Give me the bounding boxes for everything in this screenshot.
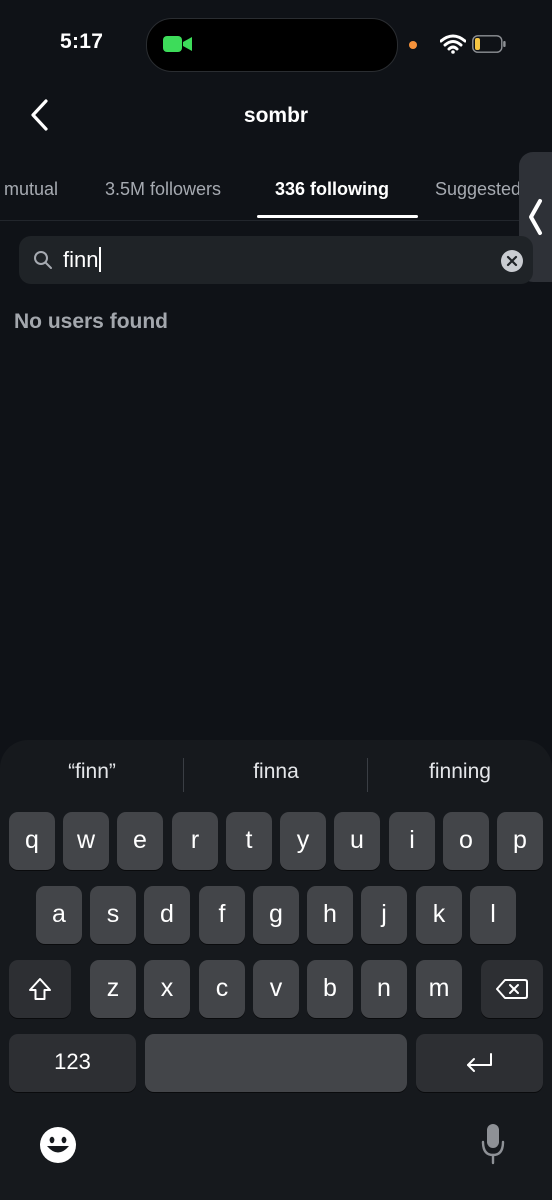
chevron-left-icon (529, 199, 542, 235)
backspace-key[interactable] (481, 960, 543, 1018)
key-n[interactable]: n (361, 960, 407, 1018)
empty-results-message: No users found (14, 310, 169, 333)
key-y[interactable]: y (280, 812, 326, 870)
key-q[interactable]: q (9, 812, 55, 870)
key-t[interactable]: t (226, 812, 272, 870)
delete-icon (496, 979, 528, 999)
key-u[interactable]: u (334, 812, 380, 870)
key-d[interactable]: d (144, 886, 190, 944)
search-icon (34, 251, 52, 269)
close-icon (506, 255, 518, 267)
battery-icon (472, 35, 506, 53)
key-r[interactable]: r (172, 812, 218, 870)
key-g[interactable]: g (253, 886, 299, 944)
tab-followers[interactable]: 3.5M followers (105, 179, 221, 200)
page-title: sombr (243, 104, 309, 127)
numbers-key[interactable]: 123 (9, 1034, 136, 1092)
onscreen-keyboard: “finn” finna finning q w e r t y u i o p… (0, 740, 552, 1200)
tab-mutual[interactable]: 7 mutual (0, 179, 58, 200)
recording-indicator (409, 41, 417, 49)
key-h[interactable]: h (307, 886, 353, 944)
emoji-icon[interactable] (39, 1126, 77, 1164)
key-s[interactable]: s (90, 886, 136, 944)
shift-icon (29, 978, 51, 1000)
key-m[interactable]: m (416, 960, 462, 1018)
key-v[interactable]: v (253, 960, 299, 1018)
key-x[interactable]: x (144, 960, 190, 1018)
tab-following[interactable]: 336 following (275, 179, 389, 200)
key-z[interactable]: z (90, 960, 136, 1018)
shift-key[interactable] (9, 960, 71, 1018)
key-w[interactable]: w (63, 812, 109, 870)
clear-search-button[interactable] (501, 250, 523, 272)
key-e[interactable]: e (117, 812, 163, 870)
microphone-icon[interactable] (480, 1122, 506, 1166)
return-key[interactable] (416, 1034, 543, 1092)
text-caret (99, 247, 102, 273)
tab-bar: 7 mutual 3.5M followers 336 following Su… (0, 170, 552, 221)
key-o[interactable]: o (443, 812, 489, 870)
search-input-value: finn (63, 247, 99, 272)
key-j[interactable]: j (361, 886, 407, 944)
search-input[interactable]: finn (63, 247, 102, 273)
key-k[interactable]: k (416, 886, 462, 944)
status-time: 5:17 (60, 30, 104, 53)
key-c[interactable]: c (199, 960, 245, 1018)
key-p[interactable]: p (497, 812, 543, 870)
search-bar[interactable]: finn (19, 236, 533, 284)
dynamic-island (146, 18, 398, 72)
suggestion-2[interactable]: finna (184, 760, 368, 784)
space-key[interactable] (145, 1034, 407, 1092)
facetime-camera-icon (163, 36, 192, 52)
key-a[interactable]: a (36, 886, 82, 944)
suggestion-1[interactable]: “finn” (0, 760, 184, 784)
active-tab-indicator (257, 215, 418, 218)
suggestion-3[interactable]: finning (368, 760, 552, 784)
key-l[interactable]: l (470, 886, 516, 944)
key-b[interactable]: b (307, 960, 353, 1018)
tab-suggested[interactable]: Suggested (435, 179, 521, 200)
key-i[interactable]: i (389, 812, 435, 870)
wifi-icon (440, 34, 466, 54)
return-icon (467, 1053, 492, 1072)
key-f[interactable]: f (199, 886, 245, 944)
